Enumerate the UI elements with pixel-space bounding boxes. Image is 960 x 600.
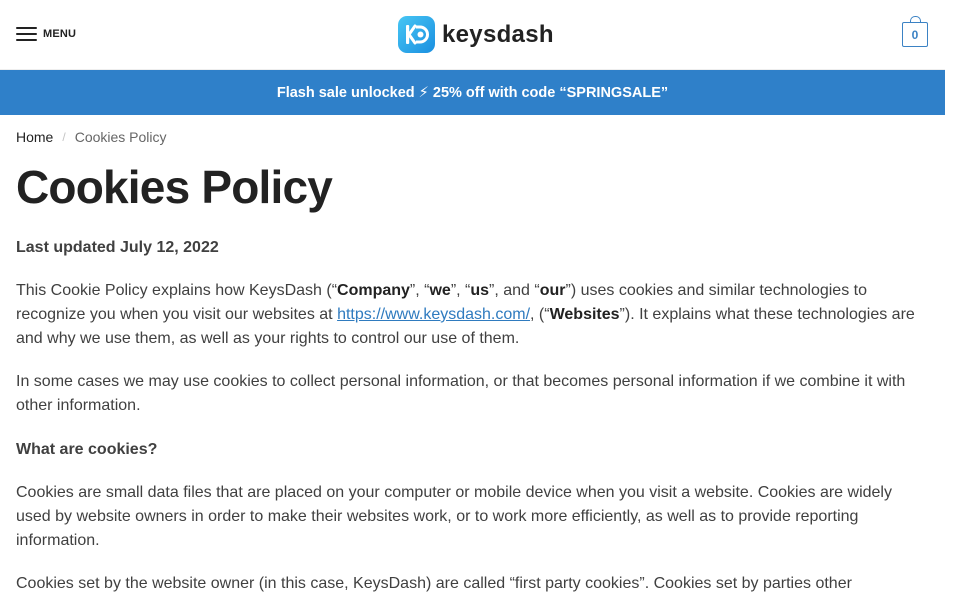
cart-button[interactable]: 0	[902, 16, 928, 47]
promo-banner: Flash sale unlocked ⚡ 25% off with code …	[0, 70, 945, 115]
site-logo[interactable]: keysdash	[398, 16, 554, 53]
hamburger-icon	[16, 27, 37, 41]
main-content: Home / Cookies Policy Cookies Policy Las…	[16, 115, 926, 596]
first-party-cookies-paragraph: Cookies set by the website owner (in thi…	[16, 574, 852, 592]
keysdash-logo-icon	[398, 16, 435, 53]
page-title: Cookies Policy	[16, 161, 333, 213]
site-header: MENU keysdash 0	[0, 0, 945, 70]
last-updated: Last updated July 12, 2022	[16, 238, 219, 256]
breadcrumb-home-link[interactable]: Home	[16, 129, 53, 145]
logo-text: keysdash	[442, 20, 554, 48]
breadcrumb-current: Cookies Policy	[74, 129, 167, 145]
what-are-cookies-heading: What are cookies?	[16, 440, 158, 458]
personal-info-paragraph: In some cases we may use cookies to coll…	[16, 372, 906, 414]
breadcrumb: Home / Cookies Policy	[16, 129, 926, 145]
cart-count: 0	[911, 27, 919, 42]
menu-button[interactable]: MENU	[16, 25, 76, 43]
website-link[interactable]: https://www.keysdash.com/	[337, 306, 530, 323]
promo-banner-text: Flash sale unlocked ⚡ 25% off with code …	[276, 84, 669, 101]
menu-label: MENU	[43, 28, 77, 40]
breadcrumb-separator: /	[62, 130, 66, 144]
intro-paragraph: This Cookie Policy explains how KeysDash…	[16, 281, 915, 347]
cookies-definition-paragraph: Cookies are small data files that are pl…	[16, 483, 892, 549]
